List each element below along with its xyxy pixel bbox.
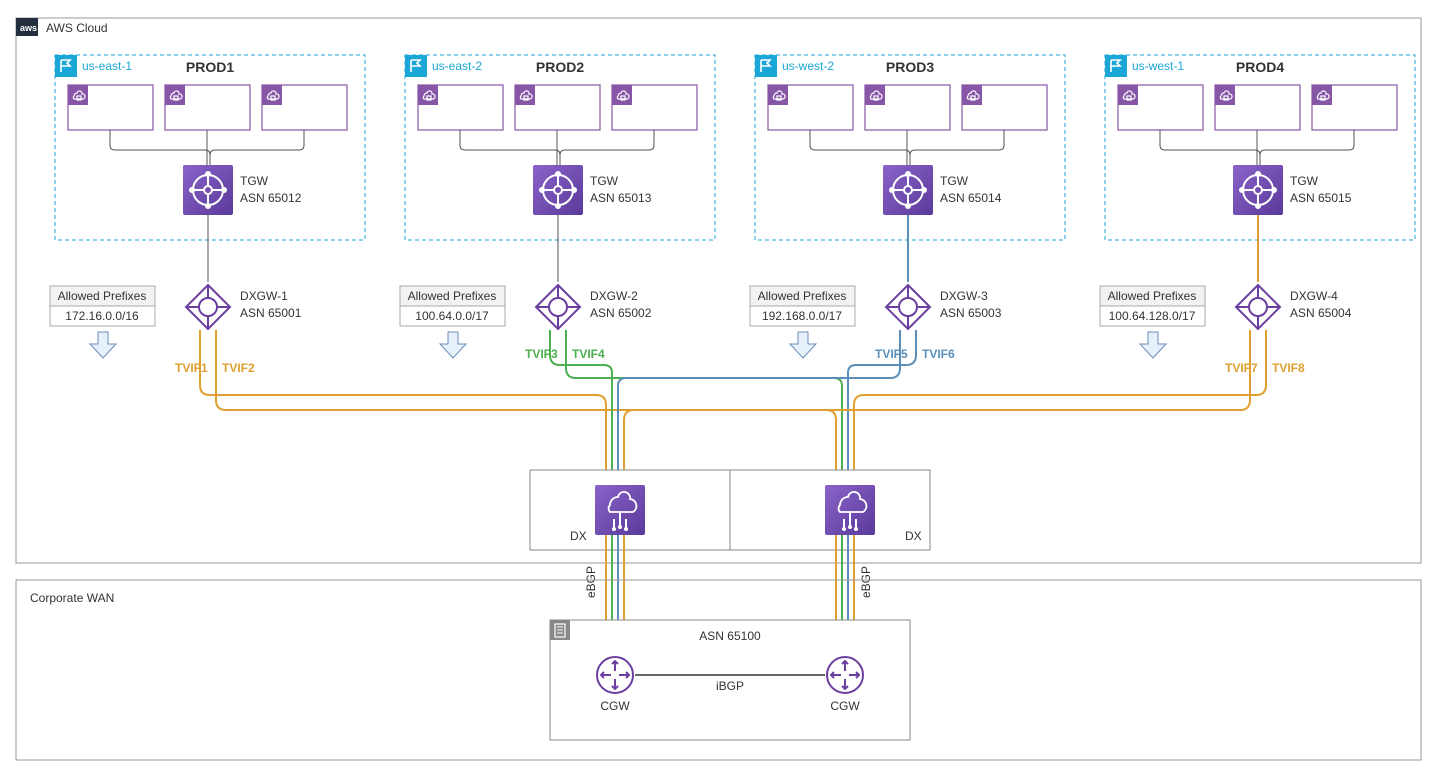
datacenter-icon: [550, 620, 570, 640]
vpc-box: [418, 85, 503, 130]
down-arrow-icon: [90, 332, 116, 358]
dx-icon: [595, 485, 645, 535]
region-flag-icon: [55, 55, 77, 77]
dxgw-label: DXGW-1: [240, 289, 288, 303]
down-arrow-icon: [1140, 332, 1166, 358]
prefix-value: 100.64.0.0/17: [415, 309, 489, 323]
vpc-box: [612, 85, 697, 130]
tgw-label: TGW: [1290, 174, 1319, 188]
vpc-box: [1312, 85, 1397, 130]
tgw-icon: [533, 165, 583, 215]
ebgp-label: eBGP: [859, 566, 873, 598]
vpc-box: [962, 85, 1047, 130]
cgw-label: CGW: [600, 699, 630, 713]
cgw-router-icon: [597, 657, 633, 693]
cgw-asn: ASN 65100: [699, 629, 761, 643]
region-name: PROD2: [536, 59, 584, 75]
tvif-label: TVIF7: [1225, 361, 1258, 375]
cgw-label: CGW: [830, 699, 860, 713]
dxgw-2: DXGW-2 ASN 65002: [536, 285, 652, 329]
prefix-title: Allowed Prefixes: [1108, 289, 1197, 303]
region-us-west-1: us-west-1 PROD4 TGW ASN 65015: [1105, 55, 1415, 240]
tvif-label: TVIF3: [525, 347, 558, 361]
tvif-label: TVIF4: [572, 347, 605, 361]
dxgw-4: DXGW-4 ASN 65004: [1236, 285, 1352, 329]
dxgw-asn: ASN 65003: [940, 306, 1002, 320]
tgw-label: TGW: [590, 174, 619, 188]
region-code: us-west-1: [1132, 59, 1184, 73]
allowed-prefixes-4: Allowed Prefixes 100.64.128.0/17: [1100, 286, 1205, 358]
prefix-value: 100.64.128.0/17: [1109, 309, 1196, 323]
vpc-box: [515, 85, 600, 130]
dxgw-label: DXGW-4: [1290, 289, 1338, 303]
prefix-title: Allowed Prefixes: [408, 289, 497, 303]
vpc-box: [768, 85, 853, 130]
tgw-icon: [183, 165, 233, 215]
dxgw-1: DXGW-1 ASN 65001: [186, 285, 302, 329]
prefix-value: 172.16.0.0/16: [65, 309, 139, 323]
ebgp-label: eBGP: [584, 566, 598, 598]
tgw-icon: [883, 165, 933, 215]
allowed-prefixes-2: Allowed Prefixes 100.64.0.0/17: [400, 286, 505, 358]
region-us-west-2: us-west-2 PROD3 TGW ASN 65014: [755, 55, 1065, 240]
prefix-title: Allowed Prefixes: [758, 289, 847, 303]
region-flag-icon: [1105, 55, 1127, 77]
allowed-prefixes-3: Allowed Prefixes 192.168.0.0/17: [750, 286, 855, 358]
tvif-label: TVIF1: [175, 361, 208, 375]
tgw-asn: ASN 65012: [240, 191, 302, 205]
tgw-label: TGW: [240, 174, 269, 188]
region-code: us-east-2: [432, 59, 482, 73]
vpc-box: [1215, 85, 1300, 130]
dxgw-asn: ASN 65001: [240, 306, 302, 320]
dxgw-icon: [186, 285, 230, 329]
vpc-box: [165, 85, 250, 130]
tvif-label: TVIF8: [1272, 361, 1305, 375]
aws-cloud-title: AWS Cloud: [46, 21, 108, 35]
down-arrow-icon: [790, 332, 816, 358]
vpc-box: [865, 85, 950, 130]
tvif5-path: [618, 330, 900, 485]
tgw-asn: ASN 65013: [590, 191, 652, 205]
cgw-router-icon: [827, 657, 863, 693]
prefix-value: 192.168.0.0/17: [762, 309, 842, 323]
dxgw-label: DXGW-2: [590, 289, 638, 303]
allowed-prefixes-1: Allowed Prefixes 172.16.0.0/16: [50, 286, 155, 358]
region-name: PROD3: [886, 59, 934, 75]
region-code: us-east-1: [82, 59, 132, 73]
dxgw-icon: [1236, 285, 1280, 329]
dxgw-asn: ASN 65002: [590, 306, 652, 320]
aws-logo-text: aws: [20, 23, 37, 33]
region-name: PROD1: [186, 59, 234, 75]
region-flag-icon: [755, 55, 777, 77]
dx-icon: [825, 485, 875, 535]
ibgp-label: iBGP: [716, 679, 744, 693]
down-arrow-icon: [440, 332, 466, 358]
region-flag-icon: [405, 55, 427, 77]
dxgw-icon: [536, 285, 580, 329]
dx-label: DX: [905, 529, 922, 543]
tgw-label: TGW: [940, 174, 969, 188]
tgw-icon: [1233, 165, 1283, 215]
prefix-title: Allowed Prefixes: [58, 289, 147, 303]
vpc-box: [262, 85, 347, 130]
region-name: PROD4: [1236, 59, 1284, 75]
dx-label: DX: [570, 529, 587, 543]
region-us-east-1: us-east-1 PROD1 TGW ASN 65012: [55, 55, 365, 240]
tvif-label: TVIF2: [222, 361, 255, 375]
tgw-asn: ASN 65014: [940, 191, 1002, 205]
region-code: us-west-2: [782, 59, 834, 73]
vpc-box: [1118, 85, 1203, 130]
region-us-east-2: us-east-2 PROD2 TGW ASN 65013: [405, 55, 715, 240]
tgw-asn: ASN 65015: [1290, 191, 1352, 205]
tvif-label: TVIF6: [922, 347, 955, 361]
dxgw-icon: [886, 285, 930, 329]
corporate-wan-title: Corporate WAN: [30, 591, 114, 605]
dxgw-asn: ASN 65004: [1290, 306, 1352, 320]
dxgw-3: DXGW-3 ASN 65003: [886, 285, 1002, 329]
tvif-label: TVIF5: [875, 347, 908, 361]
vpc-box: [68, 85, 153, 130]
dxgw-label: DXGW-3: [940, 289, 988, 303]
